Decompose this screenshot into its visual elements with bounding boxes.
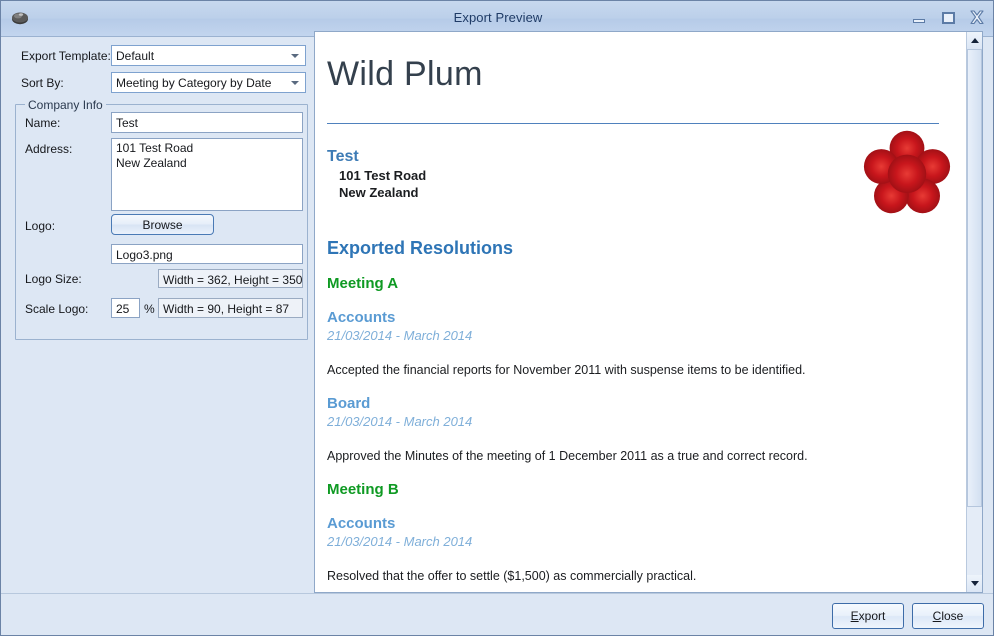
export-button-accel: E	[850, 609, 859, 623]
preview-vertical-scrollbar[interactable]	[966, 32, 982, 592]
doc-address-line-2: New Zealand	[339, 185, 419, 200]
company-name-label: Name:	[25, 116, 61, 130]
close-button[interactable]: Close	[912, 603, 984, 629]
scrollbar-thumb[interactable]	[967, 49, 982, 507]
scale-logo-unit: %	[144, 302, 155, 316]
doc-address-line-1: 101 Test Road	[339, 168, 427, 183]
logo-size-label: Logo Size:	[25, 272, 82, 286]
minimize-button[interactable]	[909, 9, 929, 26]
preview-pane: Wild Plum Test 101 Test Road New Zealand…	[314, 31, 983, 593]
scale-logo-input[interactable]: 25	[111, 298, 140, 318]
meeting-heading: Meeting A	[327, 275, 399, 292]
document-title: Wild Plum	[327, 55, 483, 93]
close-button-accel: C	[932, 609, 942, 623]
export-template-value: Default	[116, 49, 155, 63]
company-name-input[interactable]: Test	[111, 112, 303, 133]
resolution-text: Accepted the financial reports for Novem…	[327, 363, 806, 377]
category-heading: Accounts	[327, 515, 396, 532]
export-template-label: Export Template:	[21, 49, 111, 63]
export-button-label: xport	[858, 609, 886, 623]
export-preview-dialog: Export Preview Export Template: Default …	[0, 0, 994, 636]
exported-resolutions-heading: Exported Resolutions	[327, 238, 514, 258]
logo-size-value: Width = 362, Height = 350	[158, 269, 303, 288]
company-address-textarea[interactable]: 101 Test Road New Zealand	[111, 138, 303, 211]
caret-down-icon	[970, 581, 979, 586]
resolution-text: Resolved that the offer to settle ($1,50…	[327, 569, 697, 583]
maximize-button[interactable]	[938, 9, 958, 26]
scaled-size-value: Width = 90, Height = 87	[158, 298, 303, 318]
title-divider	[327, 123, 939, 124]
category-heading: Board	[327, 395, 371, 412]
close-button-label: lose	[941, 609, 964, 623]
chevron-down-icon	[291, 53, 299, 58]
export-button[interactable]: Export	[832, 603, 904, 629]
entry-date: 21/03/2014 - March 2014	[327, 414, 473, 429]
logo-label: Logo:	[25, 219, 56, 233]
company-info-legend: Company Info	[25, 98, 106, 112]
close-window-button[interactable]	[967, 9, 987, 26]
scroll-up-button[interactable]	[967, 32, 982, 49]
sort-by-select[interactable]: Meeting by Category by Date	[111, 72, 306, 93]
document-preview: Wild Plum Test 101 Test Road New Zealand…	[315, 32, 967, 592]
entry-date: 21/03/2014 - March 2014	[327, 534, 473, 549]
window-controls	[909, 9, 987, 26]
dialog-footer: Export Close	[1, 593, 993, 635]
settings-panel: Export Template: Default Sort By: Meetin…	[1, 38, 314, 594]
company-address-label: Address:	[25, 142, 73, 156]
sort-by-value: Meeting by Category by Date	[116, 76, 272, 90]
entry-date: 21/03/2014 - March 2014	[327, 328, 473, 343]
caret-up-icon	[970, 38, 979, 43]
window-title: Export Preview	[453, 10, 543, 25]
meeting-heading: Meeting B	[327, 481, 399, 498]
scroll-down-button[interactable]	[967, 575, 982, 592]
chevron-down-icon	[291, 80, 299, 85]
browse-button[interactable]: Browse	[111, 214, 214, 235]
scale-logo-label: Scale Logo:	[25, 302, 89, 316]
resolution-text: Approved the Minutes of the meeting of 1…	[327, 449, 808, 463]
logo-filename-input[interactable]: Logo3.png	[111, 244, 303, 264]
export-template-select[interactable]: Default	[111, 45, 306, 66]
category-heading: Accounts	[327, 309, 396, 326]
sort-by-label: Sort By:	[21, 76, 64, 90]
doc-company-name: Test	[327, 148, 359, 165]
plum-blossom-logo-icon	[861, 128, 953, 216]
